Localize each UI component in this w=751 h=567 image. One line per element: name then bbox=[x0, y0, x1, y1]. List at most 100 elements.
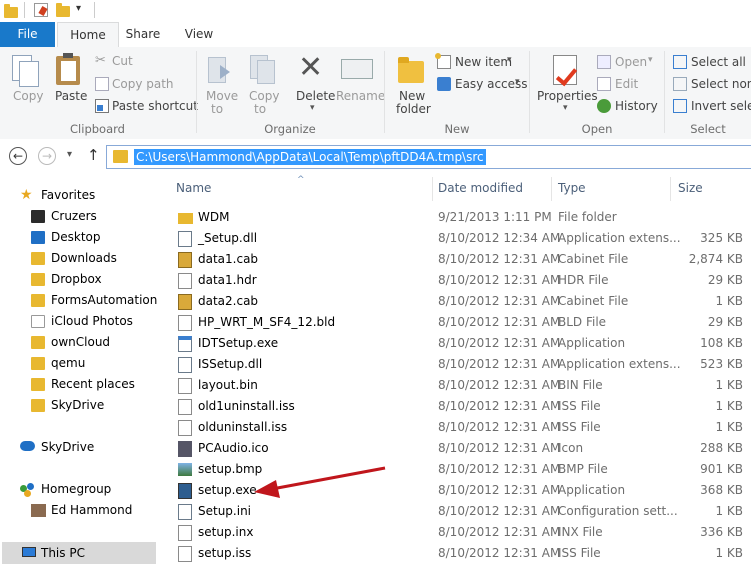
open-group-label: Open bbox=[581, 122, 613, 136]
file-size: 368 KB bbox=[700, 483, 743, 497]
table-row[interactable]: data2.cab 8/10/2012 12:31 AM Cabinet File 1… bbox=[170, 291, 751, 312]
tab-share[interactable]: Share bbox=[118, 22, 168, 47]
column-header-date[interactable]: Date modified bbox=[438, 181, 523, 195]
table-row[interactable]: IDTSetup.exe 8/10/2012 12:31 AM Applicatio… bbox=[170, 333, 751, 354]
tab-file[interactable]: File bbox=[0, 22, 55, 47]
file-size: 2,874 KB bbox=[688, 252, 743, 266]
address-input[interactable]: C:\Users\Hammond\AppData\Local\Temp\pftD… bbox=[106, 145, 751, 169]
forward-button[interactable]: → bbox=[38, 147, 56, 165]
file-date: 8/10/2012 12:34 AM bbox=[438, 231, 561, 245]
file-size: 1 KB bbox=[715, 378, 743, 392]
file-size: 29 KB bbox=[707, 315, 743, 329]
file-list: ^ Name Date modified Type Size WDM 9/21/2… bbox=[170, 175, 751, 567]
history-button[interactable]: History bbox=[615, 99, 658, 113]
paste-shortcut-button[interactable]: Paste shortcut bbox=[112, 99, 198, 113]
table-row[interactable]: ISSetup.dll 8/10/2012 12:31 AM Application… bbox=[170, 354, 751, 375]
tab-home[interactable]: Home bbox=[57, 22, 119, 48]
file-size: 1 KB bbox=[715, 294, 743, 308]
file-type: BLD File bbox=[558, 315, 607, 329]
customize-quick-access-icon[interactable]: ▾ bbox=[76, 3, 81, 14]
table-row[interactable]: layout.bin 8/10/2012 12:31 AM BIN File 1 KB bbox=[170, 375, 751, 396]
table-row[interactable]: setup.inx 8/10/2012 12:31 AM INX File 336 K… bbox=[170, 522, 751, 543]
new-group-label: New bbox=[444, 122, 470, 136]
copy-path-button[interactable]: Copy path bbox=[112, 77, 174, 91]
open-button[interactable]: Open bbox=[615, 55, 647, 69]
table-row[interactable]: HP_WRT_M_SF4_12.bld 8/10/2012 12:31 AM BLD… bbox=[170, 312, 751, 333]
file-date: 8/10/2012 12:31 AM bbox=[438, 441, 561, 455]
file-name: layout.bin bbox=[198, 378, 258, 392]
paste-shortcut-icon bbox=[95, 99, 109, 113]
column-header-type[interactable]: Type bbox=[558, 181, 586, 195]
table-row[interactable]: data1.cab 8/10/2012 12:31 AM Cabinet File 2… bbox=[170, 249, 751, 270]
new-folder-icon bbox=[398, 57, 424, 83]
recent-locations-dropdown[interactable]: ▾ bbox=[67, 149, 72, 160]
new-item-icon bbox=[435, 53, 451, 69]
address-path-text[interactable]: C:\Users\Hammond\AppData\Local\Temp\pftD… bbox=[134, 149, 486, 165]
cab-icon bbox=[178, 294, 192, 310]
column-header-size[interactable]: Size bbox=[678, 181, 703, 195]
properties-quick-icon[interactable] bbox=[34, 3, 48, 17]
file-name: setup.inx bbox=[198, 525, 254, 539]
properties-dropdown-icon[interactable]: ▾ bbox=[563, 103, 568, 113]
file-type: File folder bbox=[558, 210, 617, 224]
file-name: ISSetup.dll bbox=[198, 357, 263, 371]
up-button[interactable]: ↑ bbox=[87, 146, 100, 164]
nav-this-pc[interactable]: This PC bbox=[2, 542, 156, 564]
nav-item-label: SkyDrive bbox=[51, 398, 105, 412]
delete-dropdown-icon[interactable]: ▾ bbox=[310, 103, 315, 113]
easy-access-dropdown-icon[interactable]: ▾ bbox=[515, 77, 520, 87]
new-item-button[interactable]: New item bbox=[455, 55, 512, 69]
select-all-button[interactable]: Select all bbox=[691, 55, 746, 69]
column-header-name[interactable]: Name bbox=[176, 181, 211, 195]
computer-icon bbox=[22, 547, 36, 557]
file-date: 8/10/2012 12:31 AM bbox=[438, 546, 561, 560]
new-folder-quick-icon[interactable] bbox=[56, 3, 70, 17]
cab-icon bbox=[178, 252, 192, 268]
move-to-button[interactable]: Move bbox=[206, 89, 238, 103]
file-name: _Setup.dll bbox=[198, 231, 258, 245]
table-row[interactable]: data1.hdr 8/10/2012 12:31 AM HDR File 29 KB bbox=[170, 270, 751, 291]
file-icon bbox=[178, 546, 192, 562]
user-avatar bbox=[31, 504, 46, 517]
file-name: old1uninstall.iss bbox=[198, 399, 295, 413]
open-icon bbox=[597, 55, 611, 69]
file-date: 8/10/2012 12:31 AM bbox=[438, 399, 561, 413]
table-row[interactable]: olduninstall.iss 8/10/2012 12:31 AM ISS Fi… bbox=[170, 417, 751, 438]
paste-button[interactable]: Paste bbox=[55, 89, 87, 103]
nav-item-label: Downloads bbox=[51, 251, 117, 265]
navigation-pane: ★ Favorites Cruzers Desktop Downloads Dropb… bbox=[0, 175, 170, 567]
edit-button[interactable]: Edit bbox=[615, 77, 638, 91]
open-dropdown-icon[interactable]: ▾ bbox=[648, 55, 653, 65]
select-none-button[interactable]: Select none bbox=[691, 77, 751, 91]
delete-button[interactable]: Delete bbox=[296, 89, 335, 103]
select-group-label: Select bbox=[690, 122, 726, 136]
downloads-icon bbox=[31, 252, 45, 265]
invert-selection-button[interactable]: Invert select bbox=[691, 99, 751, 113]
clipboard-group-label: Clipboard bbox=[70, 122, 125, 136]
cut-button[interactable]: Cut bbox=[112, 54, 133, 68]
setup-exe-icon bbox=[178, 483, 192, 499]
properties-button[interactable]: Properties bbox=[537, 89, 598, 103]
nav-user-label: Ed Hammond bbox=[51, 503, 133, 517]
nav-item-label: Desktop bbox=[51, 230, 101, 244]
back-button[interactable]: ← bbox=[9, 147, 27, 165]
rename-button[interactable]: Rename bbox=[336, 89, 385, 103]
nav-item-label: FormsAutomation bbox=[51, 293, 158, 307]
dll-icon bbox=[178, 231, 192, 247]
copy-to-label-2: to bbox=[254, 102, 267, 116]
file-date: 8/10/2012 12:31 AM bbox=[438, 273, 561, 287]
homegroup-icon bbox=[20, 482, 35, 497]
file-type: HDR File bbox=[558, 273, 609, 287]
table-row[interactable]: _Setup.dll 8/10/2012 12:34 AM Application … bbox=[170, 228, 751, 249]
table-row[interactable]: WDM 9/21/2013 1:11 PM File folder bbox=[170, 207, 751, 228]
table-row[interactable]: old1uninstall.iss 8/10/2012 12:31 AM ISS F… bbox=[170, 396, 751, 417]
new-item-dropdown-icon[interactable]: ▾ bbox=[507, 55, 512, 65]
copy-to-button[interactable]: Copy bbox=[249, 89, 279, 103]
file-name: olduninstall.iss bbox=[198, 420, 288, 434]
table-row[interactable]: setup.iss 8/10/2012 12:31 AM ISS File 1 KB bbox=[170, 543, 751, 564]
copy-button[interactable]: Copy bbox=[13, 89, 43, 103]
tab-view[interactable]: View bbox=[174, 22, 224, 47]
new-folder-button[interactable]: New bbox=[399, 89, 425, 103]
folder-icon bbox=[31, 357, 45, 370]
file-type: Cabinet File bbox=[558, 252, 629, 266]
